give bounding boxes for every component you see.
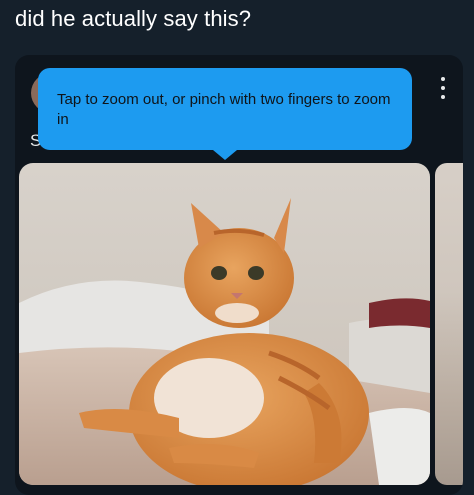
tooltip-pointer [213,150,237,160]
more-vertical-icon[interactable] [436,77,450,99]
cat-photo[interactable] [19,163,430,485]
next-photo-preview[interactable] [435,163,463,485]
cat-image [19,163,430,485]
zoom-hint-tooltip[interactable]: Tap to zoom out, or pinch with two finge… [38,68,412,150]
post-caption: did he actually say this? [15,6,252,31]
